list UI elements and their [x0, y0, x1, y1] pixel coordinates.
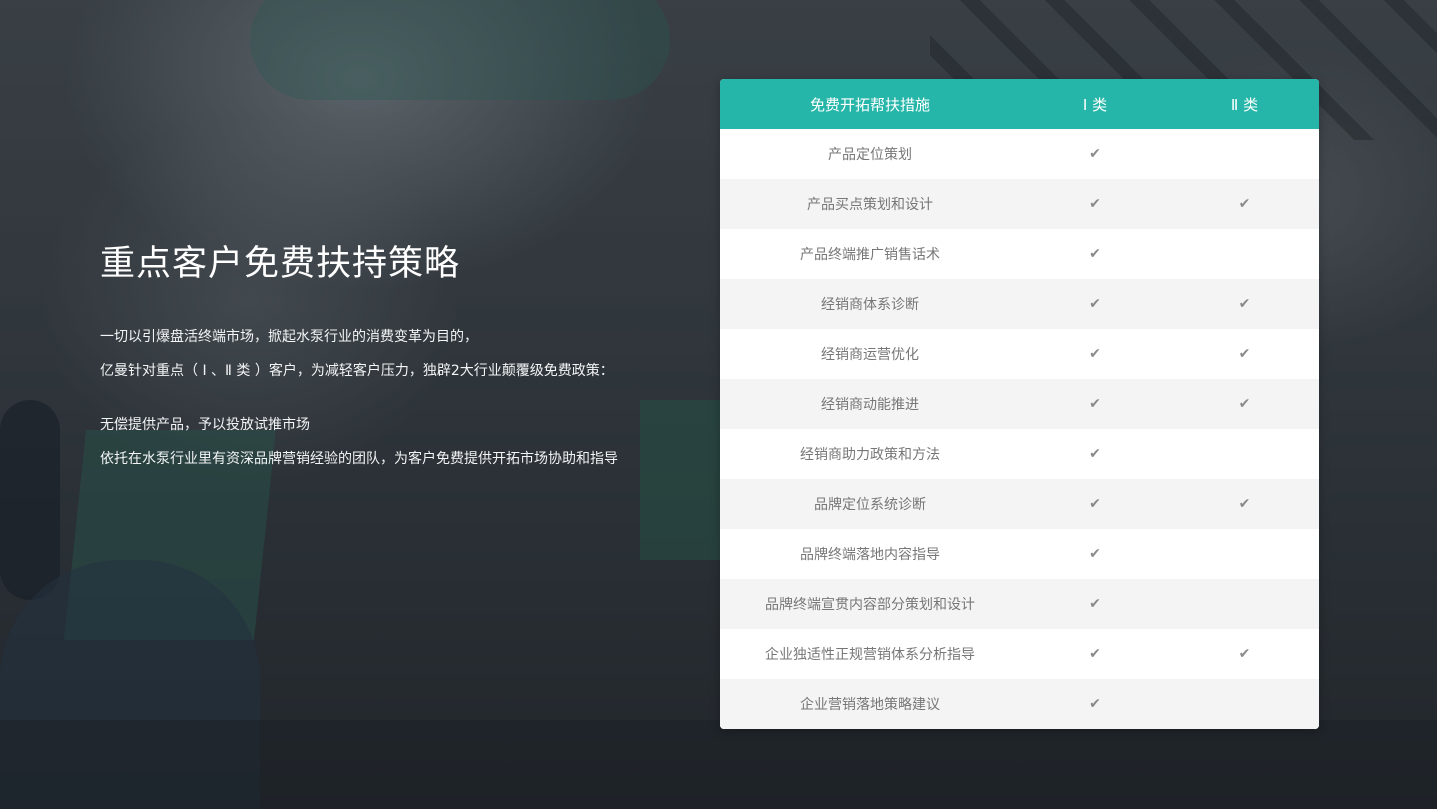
measure-label: 产品定位策划 [828, 147, 912, 163]
table-row: 产品定位策划 ✔ [720, 129, 1319, 179]
check-icon: ✔ [1089, 246, 1101, 262]
table-row: 品牌终端宣贯内容部分策划和设计 ✔ [720, 579, 1319, 629]
table-row: 品牌终端落地内容指导 ✔ [720, 529, 1319, 579]
table-row: 品牌定位系统诊断 ✔ ✔ [720, 479, 1319, 529]
column-header-measures: 免费开拓帮扶措施 [809, 95, 930, 114]
measure-label: 产品终端推广销售话术 [800, 247, 940, 263]
page-title: 重点客户免费扶持策略 [100, 244, 461, 284]
table-header-row: 免费开拓帮扶措施 Ⅰ 类 Ⅱ 类 [720, 79, 1319, 129]
check-icon: ✔ [1089, 696, 1101, 712]
column-header-class-1: Ⅰ 类 [1082, 95, 1108, 114]
check-icon: ✔ [1089, 496, 1101, 512]
check-icon: ✔ [1089, 446, 1101, 462]
intro-text-line: 无偿提供产品，予以投放试推市场 [100, 417, 310, 433]
table-row: 经销商动能推进 ✔ ✔ [720, 379, 1319, 429]
check-icon [1170, 129, 1319, 179]
check-icon: ✔ [1089, 346, 1101, 362]
measure-label: 经销商运营优化 [821, 347, 919, 363]
table-row: 经销商运营优化 ✔ ✔ [720, 329, 1319, 379]
check-icon: ✔ [1089, 296, 1101, 312]
check-icon: ✔ [1089, 146, 1101, 162]
measure-label: 品牌终端落地内容指导 [800, 547, 940, 563]
measure-label: 产品买点策划和设计 [807, 197, 933, 213]
check-icon: ✔ [1089, 396, 1101, 412]
support-measures-table-panel: 免费开拓帮扶措施 Ⅰ 类 Ⅱ 类 产品定位策划 ✔ 产品买点策划和设计 ✔ ✔ 产品终端推… [720, 79, 1319, 729]
table-row: 产品终端推广销售话术 ✔ [720, 229, 1319, 279]
intro-section: 重点客户免费扶持策略 一切以引爆盘活终端市场，掀起水泵行业的消费变革为目的， 亿… [100, 238, 660, 476]
check-icon [1170, 679, 1319, 729]
measure-label: 经销商动能推进 [821, 397, 919, 413]
measure-label: 经销商助力政策和方法 [800, 447, 940, 463]
check-icon: ✔ [1238, 296, 1251, 312]
intro-text-line: 依托在水泵行业里有资深品牌营销经验的团队，为客户免费提供开拓市场协助和指导 [100, 451, 618, 467]
intro-text-line: 一切以引爆盘活终端市场，掀起水泵行业的消费变革为目的， [100, 329, 478, 345]
measure-label: 企业营销落地策略建议 [800, 697, 940, 713]
table-row: 产品买点策划和设计 ✔ ✔ [720, 179, 1319, 229]
measure-label: 经销商体系诊断 [821, 297, 919, 313]
support-measures-table: 免费开拓帮扶措施 Ⅰ 类 Ⅱ 类 产品定位策划 ✔ 产品买点策划和设计 ✔ ✔ 产品终端推… [720, 79, 1319, 729]
measure-label: 品牌定位系统诊断 [814, 497, 926, 513]
check-icon [1170, 229, 1319, 279]
check-icon: ✔ [1089, 196, 1101, 212]
intro-text-line: 亿曼针对重点（ Ⅰ 、Ⅱ 类 ）客户，为减轻客户压力，独辟2大行业颠覆级免费政策… [100, 363, 614, 379]
measure-label: 企业独适性正规营销体系分析指导 [765, 647, 975, 663]
table-row: 企业独适性正规营销体系分析指导 ✔ ✔ [720, 629, 1319, 679]
check-icon: ✔ [1238, 346, 1251, 362]
check-icon [1170, 429, 1319, 479]
check-icon: ✔ [1089, 646, 1101, 662]
check-icon: ✔ [1089, 546, 1101, 562]
check-icon: ✔ [1238, 196, 1251, 212]
check-icon: ✔ [1238, 496, 1251, 512]
table-row: 企业营销落地策略建议 ✔ [720, 679, 1319, 729]
check-icon: ✔ [1238, 396, 1251, 412]
check-icon [1170, 529, 1319, 579]
table-row: 经销商体系诊断 ✔ ✔ [720, 279, 1319, 329]
check-icon [1170, 579, 1319, 629]
column-header-class-2: Ⅱ 类 [1230, 95, 1259, 114]
table-row: 经销商助力政策和方法 ✔ [720, 429, 1319, 479]
check-icon: ✔ [1089, 596, 1101, 612]
measure-label: 品牌终端宣贯内容部分策划和设计 [765, 597, 975, 613]
check-icon: ✔ [1238, 646, 1251, 662]
